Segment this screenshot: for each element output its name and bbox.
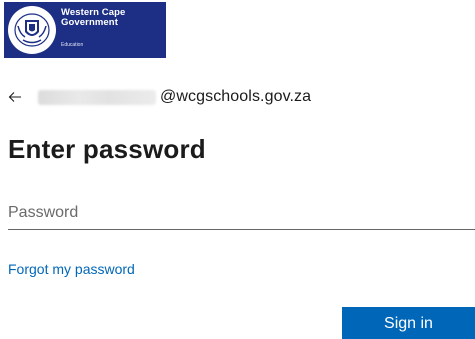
logo-text: Western Cape Government Education bbox=[61, 6, 125, 54]
forgot-password-link[interactable]: Forgot my password bbox=[8, 261, 135, 277]
password-input[interactable] bbox=[8, 196, 475, 230]
coat-of-arms-icon bbox=[8, 6, 56, 54]
page-title: Enter password bbox=[8, 134, 206, 164]
arrow-left-icon[interactable] bbox=[8, 90, 22, 104]
redacted-username bbox=[38, 89, 156, 105]
sign-in-page: Western Cape Government Education @wcgsc… bbox=[0, 0, 475, 339]
western-cape-government-logo: Western Cape Government Education bbox=[4, 2, 166, 58]
logo-department: Education bbox=[61, 42, 84, 48]
sign-in-button[interactable]: Sign in bbox=[342, 307, 475, 339]
email-domain: @wcgschools.gov.za bbox=[160, 88, 312, 105]
logo-line-2: Government bbox=[61, 17, 118, 28]
account-identity: @wcgschools.gov.za bbox=[8, 86, 311, 108]
